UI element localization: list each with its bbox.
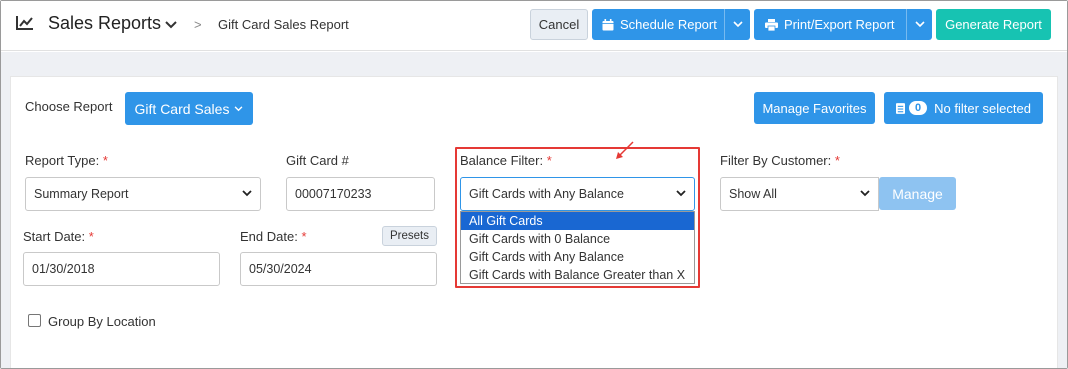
chevron-down-icon xyxy=(914,21,925,28)
start-date-label-text: Start Date: xyxy=(23,229,86,244)
schedule-report-button[interactable]: Schedule Report xyxy=(592,9,750,40)
highlight-box xyxy=(455,147,700,288)
end-date-label: End Date: * xyxy=(240,229,307,244)
report-type-label: Report Type: * xyxy=(25,153,108,168)
report-type-label-text: Report Type: xyxy=(25,153,100,168)
report-type-value: Summary Report xyxy=(34,187,129,201)
chart-icon xyxy=(16,16,33,30)
print-export-button[interactable]: Print/Export Report xyxy=(754,9,932,40)
manage-customers-button[interactable]: Manage xyxy=(879,177,956,210)
filter-by-customer-value: Show All xyxy=(729,187,777,201)
chevron-down-icon xyxy=(242,190,252,197)
presets-button[interactable]: Presets xyxy=(382,226,437,246)
gift-card-label: Gift Card # xyxy=(286,153,349,168)
report-selector-button[interactable]: Gift Card Sales xyxy=(125,92,253,125)
filter-count-badge: 0 xyxy=(909,101,928,115)
group-by-location-label: Group By Location xyxy=(48,314,156,329)
required-marker: * xyxy=(301,229,307,244)
end-date-label-text: End Date: xyxy=(240,229,298,244)
start-date-label: Start Date: * xyxy=(23,229,94,244)
breadcrumb-separator: > xyxy=(194,17,202,32)
chevron-down-icon xyxy=(860,190,870,197)
chevron-down-icon xyxy=(732,21,743,28)
required-marker: * xyxy=(834,153,840,168)
report-selector-label: Gift Card Sales xyxy=(134,100,230,117)
filter-list-icon xyxy=(896,102,906,114)
print-export-label: Print/Export Report xyxy=(784,17,895,32)
start-date-input[interactable]: 01/30/2018 xyxy=(23,252,220,286)
printer-icon xyxy=(765,18,778,31)
report-type-select[interactable]: Summary Report xyxy=(25,177,261,211)
end-date-input[interactable]: 05/30/2024 xyxy=(240,252,437,286)
page-title: Sales Reports xyxy=(48,13,162,33)
filter-by-customer-label-text: Filter By Customer: xyxy=(720,153,832,168)
filter-by-customer-select[interactable]: Show All xyxy=(720,177,879,211)
schedule-report-label: Schedule Report xyxy=(620,17,717,32)
print-export-dropdown-toggle[interactable] xyxy=(906,9,932,40)
filter-status-button[interactable]: 0 No filter selected xyxy=(884,92,1043,124)
manage-favorites-button[interactable]: Manage Favorites xyxy=(754,92,875,124)
breadcrumb: Gift Card Sales Report xyxy=(218,17,349,32)
required-marker: * xyxy=(102,153,108,168)
calendar-icon xyxy=(602,18,614,30)
chevron-down-icon[interactable] xyxy=(164,20,178,30)
gift-card-number-input[interactable]: 00007170233 xyxy=(286,177,435,211)
schedule-dropdown-toggle[interactable] xyxy=(724,9,750,40)
filter-status-label: No filter selected xyxy=(934,100,1031,116)
choose-report-label: Choose Report xyxy=(25,99,113,114)
generate-report-button[interactable]: Generate Report xyxy=(936,9,1051,40)
required-marker: * xyxy=(88,229,94,244)
chevron-down-icon xyxy=(235,105,243,111)
group-by-location-checkbox[interactable] xyxy=(28,314,41,327)
filter-by-customer-label: Filter By Customer: * xyxy=(720,153,840,168)
cancel-button[interactable]: Cancel xyxy=(530,9,588,40)
annotation-arrow-icon xyxy=(616,141,634,159)
